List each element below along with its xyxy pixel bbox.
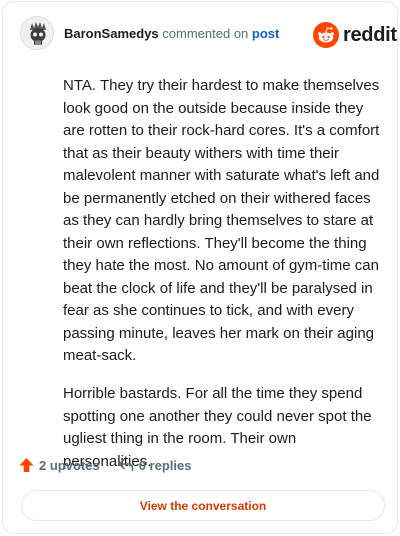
view-conversation-button[interactable]: View the conversation (21, 490, 385, 521)
comment-header: BaronSamedys commented on post (64, 26, 279, 41)
reddit-alien-icon (313, 22, 339, 48)
comment-footer: 2 upvotes 0 replies (19, 454, 191, 476)
replies-count: 0 replies (138, 457, 192, 473)
upvote-arrow-icon (19, 458, 34, 472)
comment-body: NTA. They try their hardest to make them… (63, 75, 385, 489)
reply-arrow-icon (118, 458, 133, 472)
embedded-comment-card: BaronSamedys commented on post reddit NT… (2, 1, 398, 534)
comment-paragraph: NTA. They try their hardest to make them… (63, 77, 380, 364)
reddit-wordmark: reddit (343, 23, 397, 46)
user-avatar[interactable] (20, 16, 54, 50)
upvotes-count: 2 upvotes (39, 457, 100, 473)
replies-stat[interactable]: 0 replies (118, 457, 192, 473)
post-link[interactable]: post (252, 26, 279, 41)
action-text: commented on (162, 26, 249, 41)
skull-avatar-icon (21, 17, 53, 49)
username-link[interactable]: BaronSamedys (64, 26, 159, 41)
upvotes-stat[interactable]: 2 upvotes (19, 457, 100, 473)
reddit-logo[interactable]: reddit (313, 22, 397, 48)
